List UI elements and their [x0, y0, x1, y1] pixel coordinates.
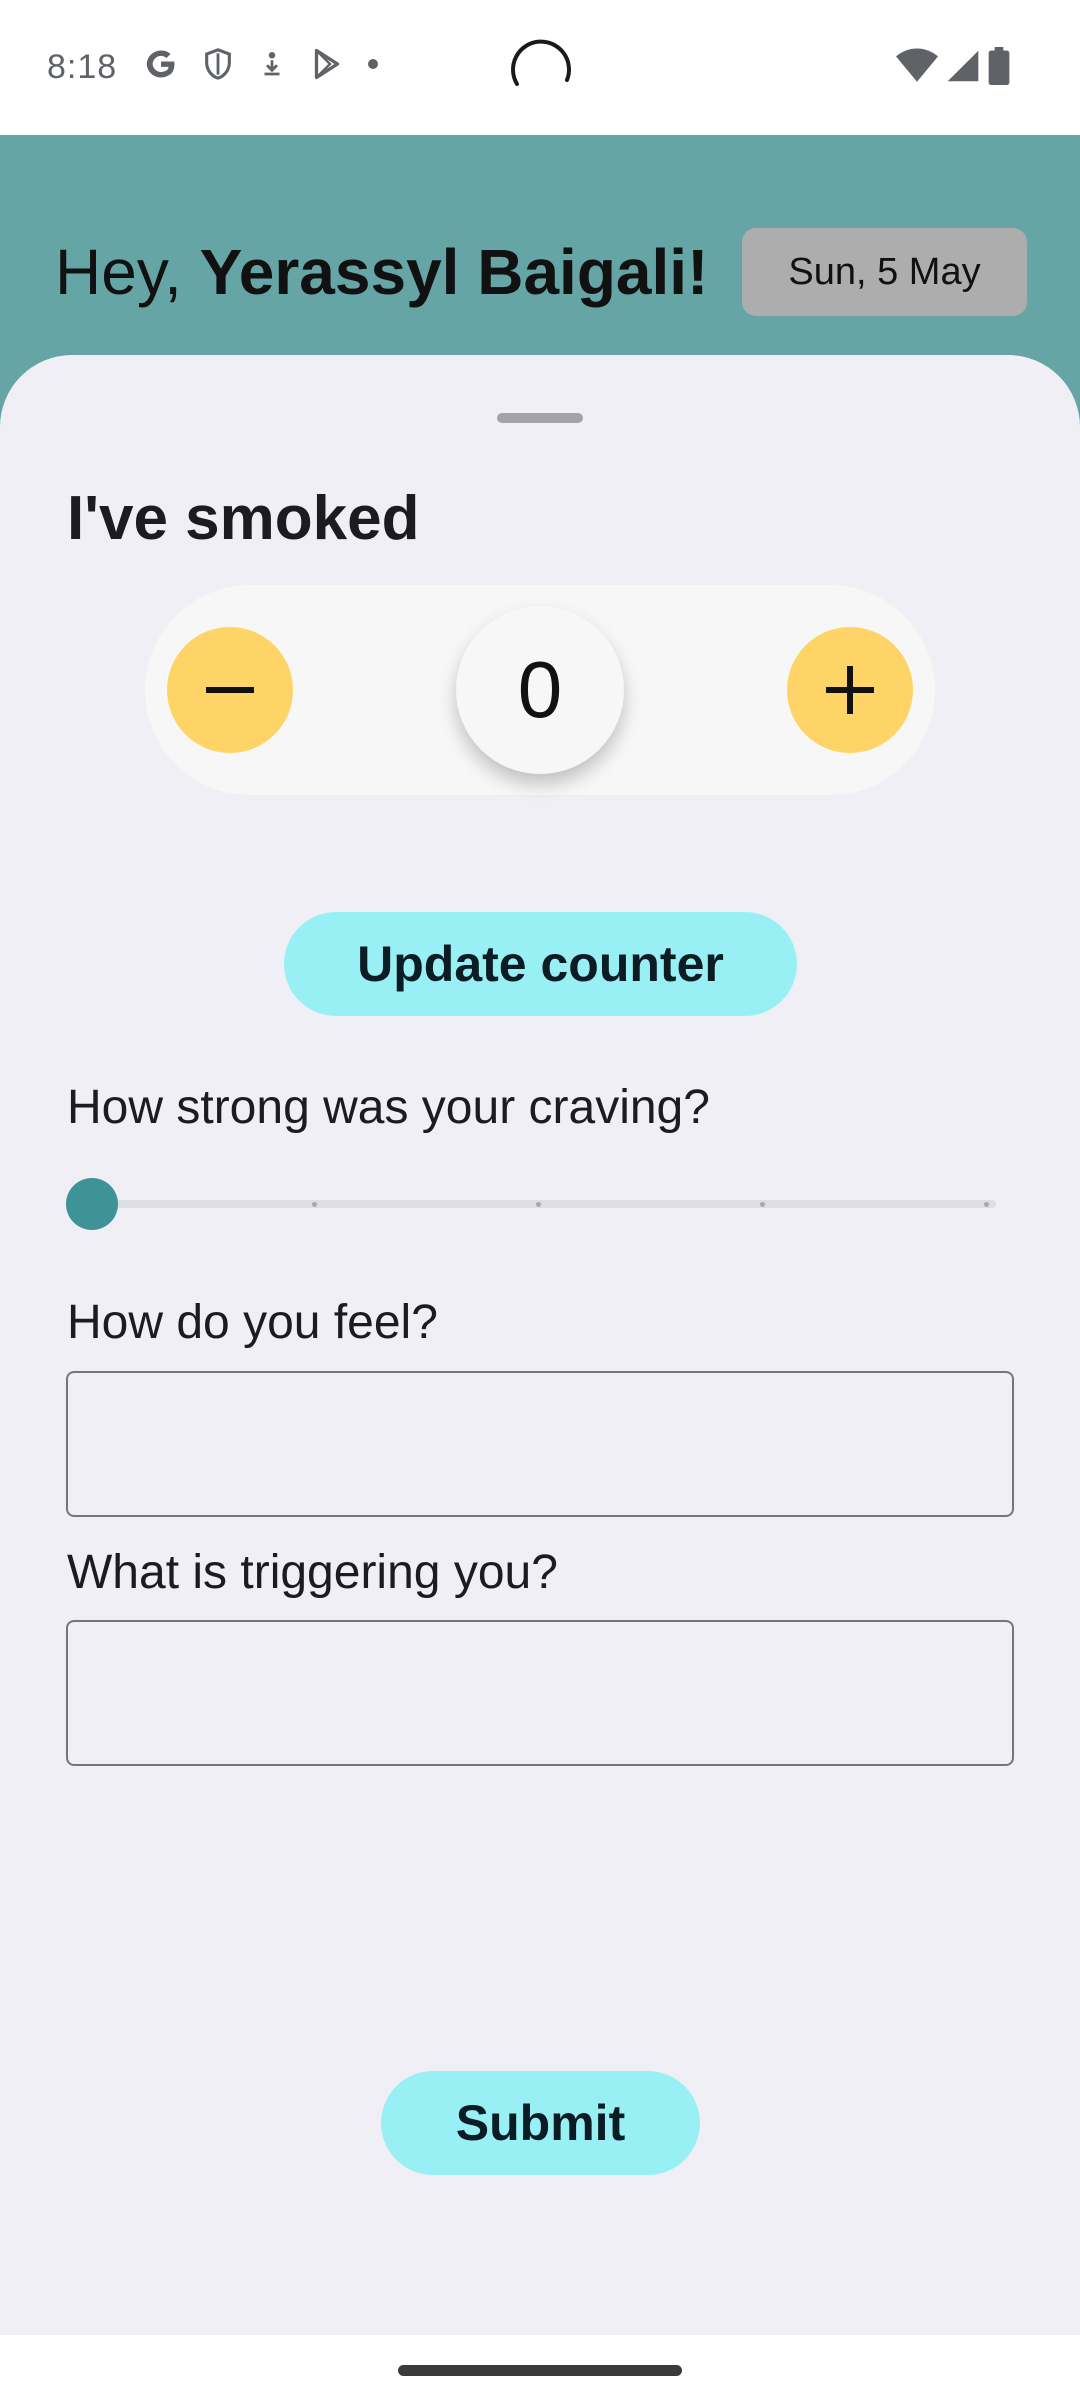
google-icon	[143, 46, 179, 82]
decrement-button[interactable]	[167, 627, 293, 753]
plus-icon	[826, 666, 874, 714]
home-indicator[interactable]	[398, 2365, 682, 2376]
slider-thumb[interactable]	[66, 1178, 118, 1230]
date-chip[interactable]: Sun, 5 May	[742, 228, 1027, 316]
drag-handle[interactable]	[497, 413, 583, 423]
craving-label: How strong was your craving?	[67, 1081, 710, 1134]
increment-button[interactable]	[787, 627, 913, 753]
shield-icon	[201, 46, 235, 82]
section-title: I've smoked	[67, 484, 420, 553]
counter-stepper: 0	[145, 585, 935, 795]
user-name: Yerassyl Baigali!	[199, 236, 709, 308]
craving-slider[interactable]	[66, 1177, 996, 1231]
counter-value: 0	[456, 606, 624, 774]
feel-label: How do you feel?	[67, 1296, 438, 1349]
feel-input[interactable]	[66, 1371, 1014, 1517]
slider-tick	[760, 1202, 765, 1207]
slider-tick	[536, 1202, 541, 1207]
battery-icon	[988, 47, 1010, 90]
status-bar: 8:18	[0, 0, 1080, 135]
play-store-icon	[309, 46, 345, 82]
camera-cutout-icon	[511, 39, 571, 86]
wifi-icon	[896, 48, 938, 89]
dot-icon	[367, 58, 379, 70]
system-icons	[896, 47, 1010, 90]
greeting-prefix: Hey,	[55, 236, 200, 308]
navigation-bar	[0, 2335, 1080, 2400]
greeting: Hey, Yerassyl Baigali!	[55, 235, 708, 309]
status-time: 8:18	[47, 48, 118, 86]
submit-button[interactable]: Submit	[381, 2071, 700, 2175]
slider-track	[66, 1200, 996, 1208]
smoke-log-sheet: I've smoked 0 Update counter How strong …	[0, 355, 1080, 2335]
slider-tick	[312, 1202, 317, 1207]
update-counter-button[interactable]: Update counter	[284, 912, 797, 1016]
trigger-label: What is triggering you?	[67, 1546, 558, 1599]
download-badge-icon	[257, 47, 287, 81]
trigger-input[interactable]	[66, 1620, 1014, 1766]
signal-icon	[946, 48, 980, 89]
minus-icon	[206, 687, 254, 693]
notification-icons	[143, 46, 379, 82]
slider-tick	[984, 1202, 989, 1207]
